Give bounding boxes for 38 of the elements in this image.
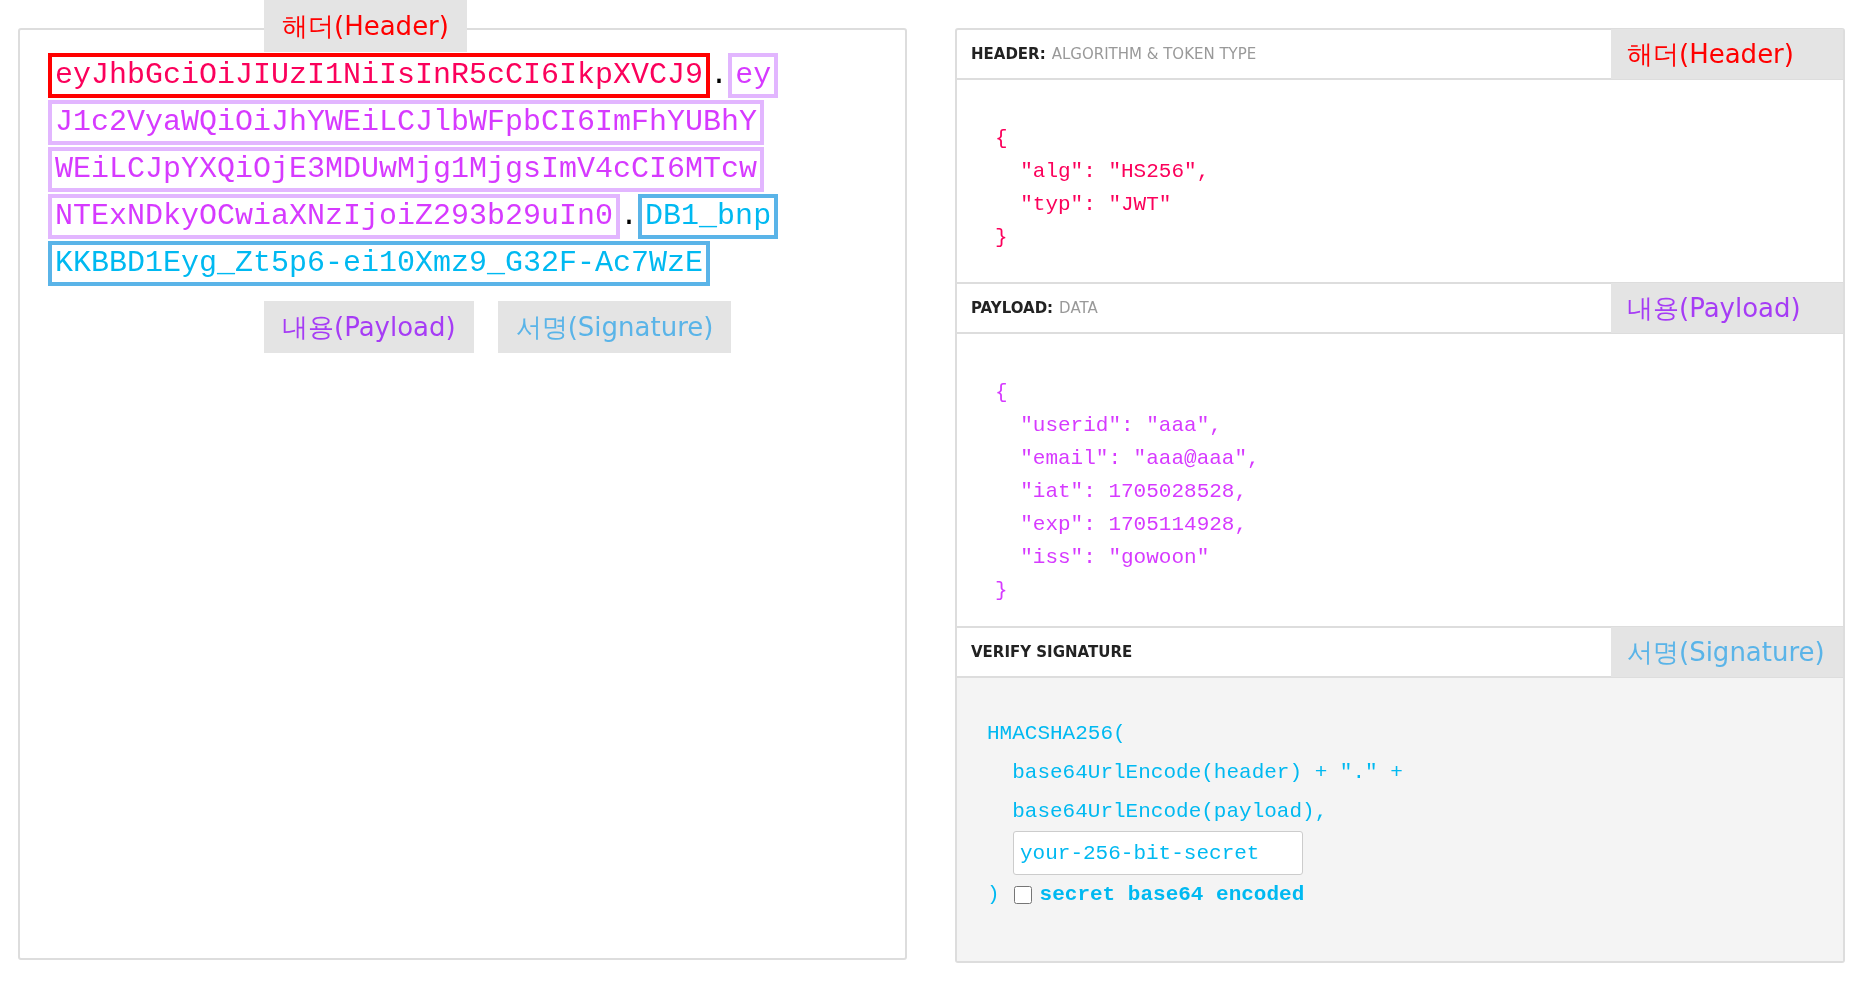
code-line: { <box>995 380 1009 406</box>
code-line: } <box>995 225 1009 251</box>
payload-segment: WEiLCJpYXQiOjE3MDUwMjg1MjgsImV4cCI6MTcw <box>48 147 765 192</box>
code-line: "iss": "gowoon" <box>1019 545 1211 571</box>
payload-segment: ey <box>728 53 779 98</box>
separator-dot: . <box>620 198 639 235</box>
code-line: "typ": "JWT" <box>1019 192 1173 218</box>
code-line: base64UrlEncode(header) + "." + <box>1011 760 1404 786</box>
token-label: 해더(Header) <box>264 0 467 52</box>
signature-segment: DB1_bnp <box>638 194 779 239</box>
section-label: 해더(Header) <box>1611 29 1843 79</box>
section-subtitle: DATA <box>1059 299 1098 317</box>
section-title: VERIFY SIGNATURE <box>971 643 1133 661</box>
section-subtitle: ALGORITHM & TOKEN TYPE <box>1051 45 1257 63</box>
signature-segment: KKBBD1Eyg_Zt5p6-ei10Xmz9_G32F-Ac7WzE <box>48 241 711 286</box>
section-label: 서명(Signature) <box>1611 627 1843 677</box>
checkbox-label[interactable]: secret base64 encoded <box>1039 883 1305 906</box>
section-title: HEADER: <box>971 45 1046 63</box>
code-line: base64UrlEncode(payload), <box>1011 799 1329 825</box>
section-label: 내용(Payload) <box>1611 283 1843 333</box>
secret-field[interactable]: your-256-bit-secret <box>1013 831 1303 875</box>
code-line: } <box>995 578 1009 604</box>
payload-segment: J1c2VyaWQiOiJhYWEiLCJlbWFpbCI6ImFhYUBhY <box>48 100 765 145</box>
token-label: 내용(Payload) <box>264 301 474 353</box>
section-title: PAYLOAD: <box>971 299 1054 317</box>
code-line: "exp": 1705114928, <box>1019 512 1249 538</box>
token-label: 서명(Signature) <box>497 301 732 353</box>
code-line: "email": "aaa@aaa", <box>1019 446 1261 472</box>
code-line: ) <box>987 883 1000 906</box>
code-line: "userid": "aaa", <box>1019 413 1223 439</box>
separator-dot: . <box>710 57 729 94</box>
header-segment: eyJhbGciOiJIUzI1NiIsInR5cCI6IkpXVCJ9 <box>48 53 711 98</box>
code-line: { <box>995 126 1009 152</box>
code-line: "iat": 1705028528, <box>1019 479 1249 505</box>
base64-checkbox[interactable] <box>1013 885 1032 904</box>
code-line: HMACSHA256( <box>987 721 1127 747</box>
payload-segment: NTExNDkyOCwiaXNzIjoiZ293b29uIn0 <box>48 194 621 239</box>
code-line: "alg": "HS256", <box>1019 159 1211 185</box>
